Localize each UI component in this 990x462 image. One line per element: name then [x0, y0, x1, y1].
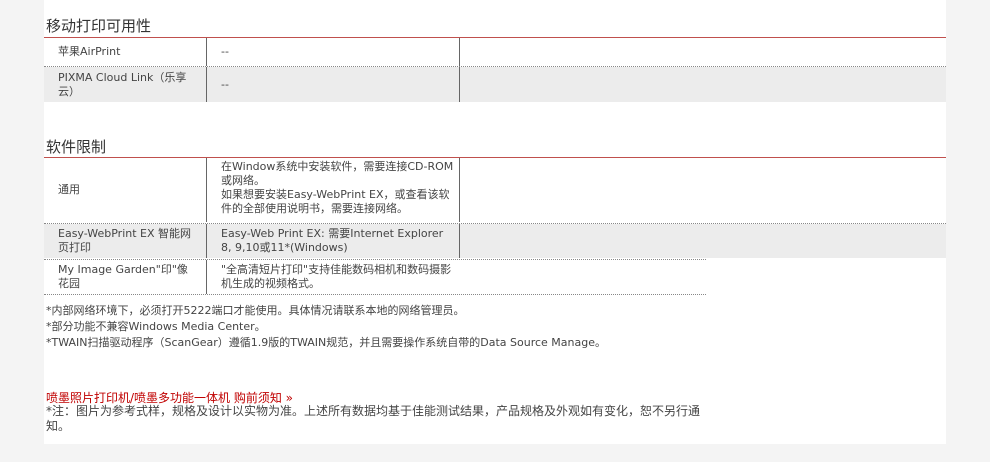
footnote: *内部网络环境下，必须打开5222端口才能使用。具体情况请联系本地的网络管理员。 [46, 304, 465, 317]
row-label: PIXMA Cloud Link（乐享云） [58, 70, 187, 98]
row-value: -- [206, 38, 459, 66]
row-value: 在Window系统中安装软件，需要连接CD-ROM或网络。 如果想要安装Easy… [206, 158, 459, 222]
table-row: My Image Garden"印"像花园 "全高清短片打印"支持佳能数码相机和… [44, 260, 946, 294]
software-title: 软件限制 [46, 138, 107, 156]
table-row: PIXMA Cloud Link（乐享云） -- [44, 67, 946, 102]
footnote: *TWAIN扫描驱动程序（ScanGear）遵循1.9版的TWAIN规范，并且需… [46, 336, 607, 349]
footnotes: *内部网络环境下，必须打开5222端口才能使用。具体情况请联系本地的网络管理员。… [46, 303, 606, 351]
row-value: -- [206, 67, 459, 102]
row-extra [459, 260, 946, 294]
row-value: "全高清短片打印"支持佳能数码相机和数码摄影机生成的视频格式。 [206, 260, 459, 294]
mobile-print-title: 移动打印可用性 [46, 17, 152, 35]
row-label: 苹果AirPrint [58, 45, 121, 58]
table-row: 通用 在Window系统中安装软件，需要连接CD-ROM或网络。 如果想要安装E… [44, 158, 946, 222]
row-extra [459, 67, 946, 102]
row-value: Easy-Web Print EX: 需要Internet Explorer 8… [206, 224, 459, 258]
table-row: 苹果AirPrint -- [44, 38, 946, 66]
row-label: My Image Garden"印"像花园 [58, 263, 188, 290]
row-divider [44, 294, 706, 295]
disclaimer-text: *注：图片为参考式样，规格及设计以实物为准。上述所有数据均基于佳能测试结果，产品… [46, 404, 701, 433]
row-extra [459, 158, 946, 222]
row-extra [459, 38, 946, 66]
spec-page: 移动打印可用性 苹果AirPrint -- PIXMA Cloud Link（乐… [44, 0, 946, 444]
table-row: Easy-WebPrint EX 智能网页打印 Easy-Web Print E… [44, 224, 946, 258]
footnote: *部分功能不兼容Windows Media Center。 [46, 320, 266, 333]
row-extra [459, 224, 946, 258]
row-label: Easy-WebPrint EX 智能网页打印 [58, 227, 192, 254]
row-label: 通用 [58, 183, 80, 196]
